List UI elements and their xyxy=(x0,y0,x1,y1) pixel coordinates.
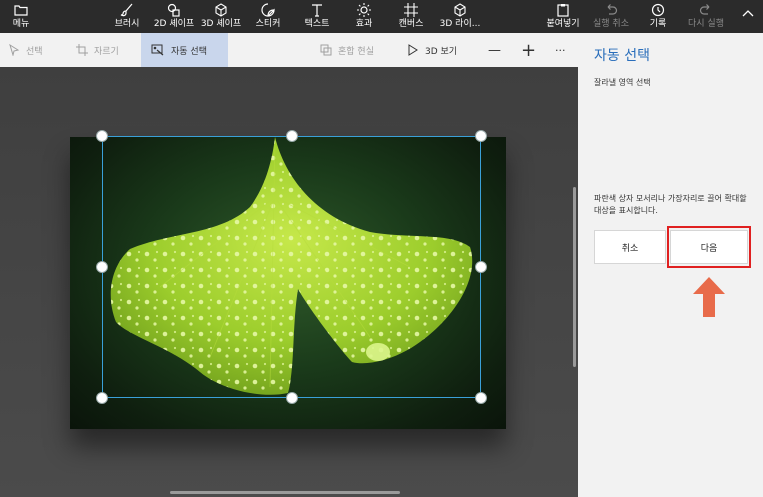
paste-button[interactable]: 붙여넣기 xyxy=(545,0,581,33)
vertical-scrollbar[interactable] xyxy=(573,187,576,367)
magic-select-icon xyxy=(151,44,165,56)
mixed-reality-label: 혼합 현실 xyxy=(338,46,374,57)
undo-label: 실행 취소 xyxy=(593,19,629,29)
sticker-icon xyxy=(250,3,286,19)
stickers-button[interactable]: 스티커 xyxy=(250,0,286,33)
brushes-button[interactable]: 브러시 xyxy=(108,0,146,33)
stickers-label: 스티커 xyxy=(255,19,281,29)
undo-button[interactable]: 실행 취소 xyxy=(590,0,632,33)
magic-select-label: 자동 선택 xyxy=(171,46,207,57)
crop-tool[interactable]: 자르기 xyxy=(76,33,119,67)
crop-label: 자르기 xyxy=(94,46,119,57)
top-toolbar: 메뉴 브러시 2D 셰이프 3D 셰이프 스티커 텍스트 효과 캔버스 3D 라… xyxy=(0,0,763,33)
text-button[interactable]: 텍스트 xyxy=(298,0,336,33)
cancel-label: 취소 xyxy=(621,243,639,254)
menu-button[interactable]: 메뉴 xyxy=(4,0,38,33)
brushes-label: 브러시 xyxy=(114,19,140,29)
view-3d-label: 3D 보기 xyxy=(425,46,458,57)
cube-icon xyxy=(198,3,244,19)
3d-shapes-button[interactable]: 3D 셰이프 xyxy=(198,0,244,33)
chevron-up-icon xyxy=(738,9,758,25)
zoom-out-button[interactable]: — xyxy=(488,33,501,67)
menu-label: 메뉴 xyxy=(12,19,30,29)
zoom-in-button[interactable]: + xyxy=(521,33,536,67)
panel-title: 자동 선택 xyxy=(594,48,650,64)
canvas-area xyxy=(0,67,578,497)
select-label: 선택 xyxy=(26,46,43,57)
3d-shapes-label: 3D 셰이프 xyxy=(200,19,242,29)
paste-label: 붙여넣기 xyxy=(546,19,580,29)
selection-box[interactable] xyxy=(102,136,481,398)
canvas-button[interactable]: 캔버스 xyxy=(392,0,430,33)
up-arrow-icon xyxy=(693,277,725,317)
resize-handle-bottom-left[interactable] xyxy=(96,392,108,404)
panel-subtitle: 잘라낼 영역 선택 xyxy=(594,78,651,87)
brush-icon xyxy=(108,3,146,19)
3d-library-button[interactable]: 3D 라이... xyxy=(436,0,484,33)
side-panel: 자동 선택 잘라낼 영역 선택 파란색 상자 모서리나 가장자리로 끌어 확대할… xyxy=(578,33,763,497)
crop-icon xyxy=(76,44,88,56)
resize-handle-right[interactable] xyxy=(475,261,487,273)
mixed-reality-icon xyxy=(320,44,332,56)
redo-icon xyxy=(684,3,728,19)
cursor-icon xyxy=(8,44,20,56)
plus-icon: + xyxy=(521,39,537,61)
play-outline-icon xyxy=(407,44,419,56)
undo-icon xyxy=(590,3,632,19)
more-button[interactable]: ··· xyxy=(555,33,566,67)
clipboard-icon xyxy=(545,3,581,19)
redo-button[interactable]: 다시 실행 xyxy=(684,0,728,33)
redo-label: 다시 실행 xyxy=(688,19,724,29)
3d-library-label: 3D 라이... xyxy=(439,19,481,29)
horizontal-scrollbar[interactable] xyxy=(170,491,400,494)
text-label: 텍스트 xyxy=(304,19,330,29)
panel-instructions: 파란색 상자 모서리나 가장자리로 끌어 확대할 대상을 표시합니다. xyxy=(594,194,747,215)
canvas-label: 캔버스 xyxy=(398,19,424,29)
more-icon: ··· xyxy=(555,43,566,57)
sub-toolbar: 선택 자르기 자동 선택 혼합 현실 3D 보기 — + ··· xyxy=(0,33,578,67)
history-icon xyxy=(644,3,672,19)
highlight-box xyxy=(667,226,751,268)
view-3d-tool[interactable]: 3D 보기 xyxy=(407,33,457,67)
library-icon xyxy=(436,3,484,19)
resize-handle-left[interactable] xyxy=(96,261,108,273)
2d-shapes-label: 2D 셰이프 xyxy=(153,19,195,29)
resize-handle-top[interactable] xyxy=(286,130,298,142)
2d-shapes-button[interactable]: 2D 셰이프 xyxy=(150,0,198,33)
text-icon xyxy=(298,3,336,19)
history-button[interactable]: 기록 xyxy=(644,0,672,33)
resize-handle-bottom[interactable] xyxy=(286,392,298,404)
sun-icon xyxy=(348,3,380,19)
resize-handle-bottom-right[interactable] xyxy=(475,392,487,404)
history-label: 기록 xyxy=(649,19,667,29)
canvas-icon xyxy=(392,3,430,19)
collapse-button[interactable] xyxy=(738,0,758,33)
cancel-button[interactable]: 취소 xyxy=(594,230,666,264)
resize-handle-top-right[interactable] xyxy=(475,130,487,142)
select-tool[interactable]: 선택 xyxy=(8,33,43,67)
shapes-2d-icon xyxy=(150,3,198,19)
mixed-reality-tool[interactable]: 혼합 현실 xyxy=(320,33,374,67)
minus-icon: — xyxy=(488,42,501,58)
magic-select-tool[interactable]: 자동 선택 xyxy=(141,33,228,67)
folder-icon xyxy=(4,3,38,19)
effects-label: 효과 xyxy=(355,19,373,29)
resize-handle-top-left[interactable] xyxy=(96,130,108,142)
effects-button[interactable]: 효과 xyxy=(348,0,380,33)
